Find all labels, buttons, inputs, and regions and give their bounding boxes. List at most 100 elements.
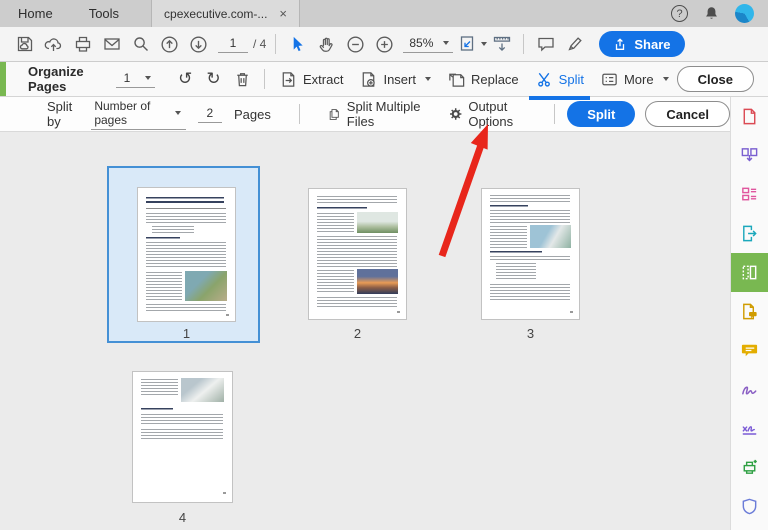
extract-button[interactable]: Extract [271, 65, 351, 93]
main-toolbar: 1 / 4 85% Share [0, 27, 768, 62]
sidebar-item-organize-pages[interactable] [730, 253, 768, 292]
help-icon[interactable]: ? [671, 5, 688, 22]
tools-sidebar [730, 97, 768, 530]
zoom-in-icon [376, 35, 393, 53]
print-icon [75, 36, 90, 52]
send-file-comment-icon [743, 303, 757, 320]
divider [275, 34, 277, 54]
export-pdf-icon [743, 225, 757, 242]
split-toolbar: Split by Number of pages 2 Pages Split M… [0, 97, 730, 132]
divider [523, 34, 525, 54]
tab-document[interactable]: cpexecutive.com-... × [151, 0, 301, 27]
split-confirm-button[interactable]: Split [567, 101, 636, 127]
page-count-input[interactable]: 2 [197, 106, 222, 123]
cancel-button[interactable]: Cancel [645, 101, 730, 127]
zoom-level-select[interactable]: 85% [403, 35, 454, 53]
page-down-icon [190, 35, 207, 53]
zoom-in-button[interactable] [370, 30, 399, 58]
extract-icon [282, 71, 295, 87]
page-number-label-1: 1 [182, 326, 191, 341]
chevron-down-icon [145, 75, 152, 80]
sidebar-item-create-pdf[interactable] [731, 97, 768, 136]
save-icon [17, 36, 32, 52]
highlighter-pen-icon [568, 37, 582, 51]
combine-files-icon [741, 148, 758, 162]
sidebar-item-combine-files[interactable] [731, 136, 768, 175]
delete-pages-button[interactable] [228, 65, 257, 93]
fit-width-icon [461, 36, 474, 51]
insert-icon [363, 71, 376, 87]
email-button[interactable] [97, 30, 126, 58]
save-button[interactable] [10, 30, 39, 58]
sidebar-item-fill-sign[interactable] [731, 370, 768, 409]
hand-tool-button[interactable] [312, 30, 341, 58]
sidebar-item-comment[interactable] [731, 331, 768, 370]
next-page-button[interactable] [184, 30, 213, 58]
split-mode-select[interactable]: Number of pages [91, 99, 186, 130]
chevron-down-icon [443, 40, 450, 45]
close-button[interactable]: Close [676, 66, 754, 92]
comment-tool-button[interactable] [531, 30, 560, 58]
select-tool-button[interactable] [283, 30, 312, 58]
replace-button[interactable]: Replace [439, 65, 527, 93]
split-tool-button[interactable]: Split [527, 65, 592, 100]
page-thumbnail-1[interactable] [138, 188, 235, 321]
fit-width-button[interactable] [457, 30, 488, 58]
zoom-level-value: 85% [409, 35, 434, 50]
sidebar-item-more-tools[interactable] [731, 526, 768, 530]
rotate-cw-button[interactable]: ↻ [199, 69, 227, 89]
upload-cloud-button[interactable] [39, 30, 68, 58]
page-number-input[interactable]: 1 [218, 36, 248, 53]
scissors-icon [537, 72, 550, 87]
page-number-label-2: 2 [353, 326, 362, 341]
hand-icon [319, 37, 333, 52]
divider [298, 104, 300, 124]
search-icon [133, 37, 148, 51]
page-thumbnail-4[interactable] [133, 372, 232, 502]
towers-render-photo [357, 212, 398, 233]
page-number-label-4: 4 [178, 510, 187, 525]
chevron-down-icon [662, 77, 669, 81]
rotate-ccw-button[interactable]: ↺ [171, 69, 199, 89]
highlight-tool-button[interactable] [560, 30, 589, 58]
site-aerial-photo [181, 378, 224, 402]
zoom-out-button[interactable] [341, 30, 370, 58]
scroll-mode-icon [493, 36, 511, 52]
create-pdf-icon [743, 108, 756, 125]
user-avatar[interactable] [735, 4, 754, 23]
tab-home[interactable]: Home [0, 0, 71, 27]
previous-page-button[interactable] [155, 30, 184, 58]
comment-icon [741, 344, 758, 357]
insert-button[interactable]: Insert [351, 65, 439, 93]
more-button[interactable]: More [592, 65, 677, 93]
sidebar-item-request-signatures[interactable] [731, 409, 768, 448]
print-production-icon [743, 459, 757, 474]
page-thumbnail-2[interactable] [309, 189, 406, 319]
print-button[interactable] [68, 30, 97, 58]
harbor-aerial-photo [530, 225, 571, 248]
share-button[interactable]: Share [599, 31, 685, 57]
divider [554, 104, 556, 124]
page-display-button[interactable] [487, 30, 516, 58]
sidebar-item-send-file-comments[interactable] [731, 292, 768, 331]
replace-icon [449, 73, 465, 87]
organize-pages-icon [742, 265, 757, 280]
thumbnail-grid: 1 2 3 4 [0, 132, 730, 530]
zoom-out-icon [347, 35, 364, 53]
close-tab-icon[interactable]: × [279, 7, 287, 20]
chevron-down-icon [174, 110, 181, 115]
sidebar-item-export-pdf[interactable] [731, 214, 768, 253]
notifications-bell-icon[interactable] [703, 5, 720, 22]
tab-tools[interactable]: Tools [71, 0, 137, 27]
acrobat-window: Home Tools cpexecutive.com-... × ? 1 / 4… [0, 0, 768, 530]
page-total-label: / 4 [253, 37, 267, 51]
pages-unit-label: Pages [233, 106, 271, 122]
page-range-input[interactable]: 1 [115, 71, 156, 88]
split-multiple-files-button[interactable]: Split Multiple Files [318, 99, 434, 129]
search-button[interactable] [126, 30, 155, 58]
sidebar-item-edit-pdf[interactable] [731, 175, 768, 214]
sidebar-item-print-production[interactable] [731, 448, 768, 487]
email-icon [103, 38, 120, 50]
sidebar-item-protect[interactable] [731, 487, 768, 526]
split-by-label: Split by [47, 99, 73, 129]
